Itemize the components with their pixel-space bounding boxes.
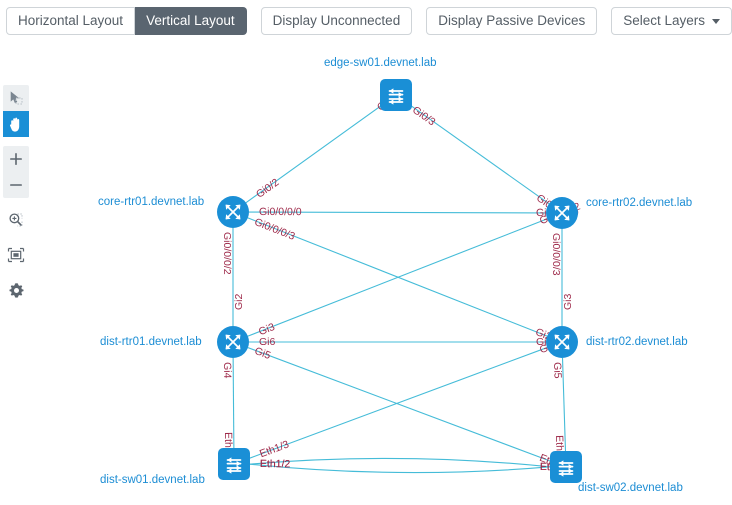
- node-dist-rtr02[interactable]: [546, 326, 578, 358]
- select-layers-dropdown[interactable]: Select Layers: [611, 7, 732, 35]
- port-label: Gi2: [233, 293, 245, 310]
- switch-glyph: [226, 457, 242, 474]
- port-label: Gi0/0/0/2: [221, 232, 233, 275]
- node-label-core-rtr02: core-rtr02.devnet.lab: [586, 197, 693, 209]
- node-core-rtr01[interactable]: [217, 196, 249, 228]
- port-label: Gi3: [562, 293, 574, 310]
- topology-link[interactable]: [249, 463, 551, 474]
- switch-glyph: [558, 460, 574, 477]
- node-label-edge-sw01: edge-sw01.devnet.lab: [324, 57, 437, 69]
- node-label-dist-sw02: dist-sw02.devnet.lab: [578, 482, 683, 494]
- topology-links-layer: [232, 103, 567, 474]
- node-dist-rtr01[interactable]: [217, 326, 249, 358]
- port-label: Eth1/2: [259, 458, 291, 471]
- node-dist-sw02[interactable]: [550, 451, 582, 483]
- node-label-dist-sw01: dist-sw01.devnet.lab: [100, 474, 205, 486]
- port-label: Gi4: [221, 361, 234, 379]
- switch-glyph: [388, 88, 404, 105]
- toolbar: Horizontal Layout Vertical Layout Displa…: [0, 0, 732, 42]
- node-core-rtr02[interactable]: [546, 197, 578, 229]
- topology-link[interactable]: [247, 347, 552, 462]
- router-glyph: [225, 204, 241, 220]
- node-label-dist-rtr01: dist-rtr01.devnet.lab: [100, 336, 202, 348]
- port-label: Gi0/0/0/3: [550, 233, 562, 276]
- topology-link[interactable]: [249, 457, 551, 468]
- node-edge-sw01[interactable]: [380, 79, 412, 111]
- router-glyph: [554, 205, 570, 221]
- node-label-core-rtr01: core-rtr01.devnet.lab: [98, 196, 205, 208]
- router-glyph: [225, 334, 241, 350]
- port-label: Gi5: [550, 361, 564, 379]
- vertical-layout-button[interactable]: Vertical Layout: [135, 7, 247, 35]
- router-glyph: [554, 334, 570, 350]
- horizontal-layout-button[interactable]: Horizontal Layout: [6, 7, 136, 35]
- node-label-dist-rtr02: dist-rtr02.devnet.lab: [586, 336, 688, 348]
- port-label: Gi0/0/0/0: [258, 206, 302, 219]
- display-passive-devices-button[interactable]: Display Passive Devices: [426, 7, 598, 35]
- topology-canvas[interactable]: Gi0/2Gi0/2Gi0/3Gi0/3Gi0/0/0/0Gi0/0/0/0Gi…: [0, 42, 732, 505]
- layout-button-group: Horizontal Layout Vertical Layout: [6, 7, 247, 35]
- display-unconnected-button[interactable]: Display Unconnected: [260, 7, 413, 35]
- node-dist-sw01[interactable]: [218, 448, 250, 480]
